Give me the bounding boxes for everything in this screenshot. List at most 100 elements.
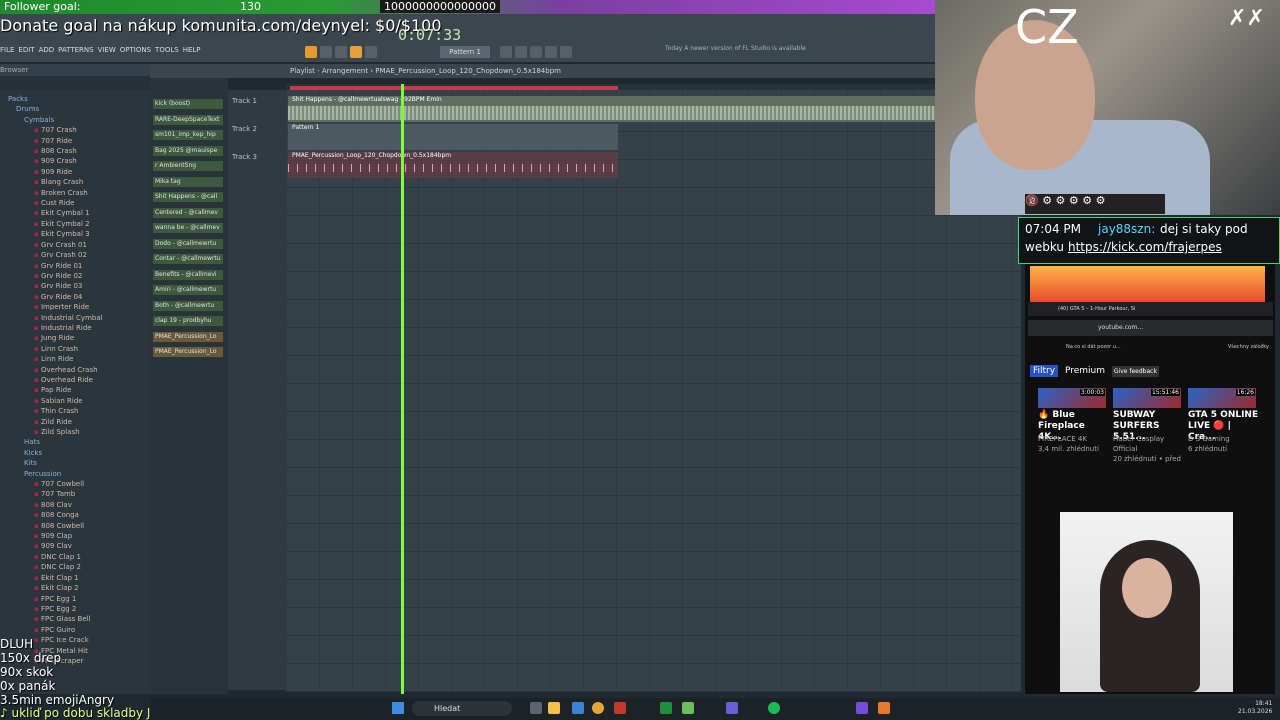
- picker-item[interactable]: sm101_imp_kep_hip: [153, 130, 223, 140]
- folder-packs[interactable]: Packs: [0, 94, 150, 104]
- bookmarks-bar[interactable]: Na co si dát pozor u... Všechny záložky: [1028, 340, 1273, 354]
- picker-item[interactable]: Shit Happens - @call: [153, 192, 223, 202]
- picker-item[interactable]: Both - @callmewrtu: [153, 300, 223, 311]
- browser-sample[interactable]: Cust Ride: [0, 198, 150, 208]
- track-1-label[interactable]: Track 1: [232, 97, 257, 105]
- browser-icon[interactable]: [560, 46, 572, 58]
- video-channel[interactable]: ITuber Cosplay Official: [1113, 434, 1185, 454]
- menu-edit[interactable]: EDIT: [18, 46, 34, 54]
- file-explorer-icon[interactable]: [548, 702, 560, 714]
- picker-item[interactable]: Amiri - @callmewrtu: [153, 285, 223, 295]
- browser-sample[interactable]: 707 Tamb: [0, 489, 150, 499]
- browser-sample[interactable]: Overhead Ride: [0, 375, 150, 385]
- folder-percussion[interactable]: Percussion: [0, 469, 150, 479]
- picker-item[interactable]: wanna be - @callmev: [153, 223, 223, 233]
- video-thumbnail[interactable]: 3:00:03: [1038, 388, 1106, 408]
- browser-sample[interactable]: 808 Cowbell: [0, 521, 150, 531]
- browser-sample[interactable]: FPC Egg 1: [0, 594, 150, 604]
- piano-roll-icon[interactable]: [530, 46, 542, 58]
- browser-sample[interactable]: Grv Crash 01: [0, 240, 150, 250]
- taskbar-search[interactable]: Hledat: [412, 701, 512, 716]
- browser-sample[interactable]: Imperter Ride: [0, 302, 150, 312]
- browser-sample[interactable]: Overhead Crash: [0, 365, 150, 375]
- pattern-selector[interactable]: Pattern 1: [440, 46, 490, 58]
- browser-sample[interactable]: Linn Crash: [0, 344, 150, 354]
- browser-sample[interactable]: Linn Ride: [0, 354, 150, 364]
- browser-sample[interactable]: Pap Ride: [0, 385, 150, 395]
- spotify-icon[interactable]: [768, 702, 780, 714]
- bookmark-item[interactable]: Na co si dát pozor u...: [1066, 344, 1121, 350]
- picker-item[interactable]: PMAE_Percussion_Lo: [153, 331, 223, 342]
- picker-item[interactable]: Dodo - @callmewrtu: [153, 238, 223, 249]
- windows-start-icon[interactable]: [392, 702, 404, 714]
- browser-sample[interactable]: Industrial Ride: [0, 323, 150, 333]
- track-2-label[interactable]: Track 2: [232, 125, 257, 133]
- stop-icon[interactable]: [335, 46, 347, 58]
- browser-sample[interactable]: 909 Crash: [0, 156, 150, 166]
- app-icon[interactable]: [682, 702, 694, 714]
- chip-premium[interactable]: Premium: [1065, 366, 1105, 376]
- edge-icon[interactable]: [572, 702, 584, 714]
- browser-sample[interactable]: 707 Cowbell: [0, 479, 150, 489]
- menu-add[interactable]: ADD: [39, 46, 55, 54]
- video-channel[interactable]: D S Gaming: [1188, 434, 1260, 444]
- browser-sample[interactable]: Grv Ride 02: [0, 271, 150, 281]
- audio-clip-track1[interactable]: Shit Happens - @callmewrtualswag - 92BPM…: [288, 96, 935, 122]
- picker-item[interactable]: Benefits - @callmevi: [153, 269, 223, 280]
- picker-item[interactable]: Bag 2025 @mauispe: [153, 145, 223, 156]
- menu-tools[interactable]: TOOLS: [155, 46, 179, 54]
- menu-view[interactable]: VIEW: [98, 46, 116, 54]
- browser-sample[interactable]: Grv Ride 01: [0, 261, 150, 271]
- record-icon[interactable]: [305, 46, 317, 58]
- chip-feedback[interactable]: Give feedback: [1111, 366, 1159, 377]
- browser-sample[interactable]: Sabian Ride: [0, 396, 150, 406]
- youtube-chips[interactable]: Filtry Premium Give feedback: [1030, 365, 1270, 382]
- picker-item[interactable]: kick (boost): [153, 99, 223, 109]
- browser-sample[interactable]: DNC Clap 1: [0, 552, 150, 562]
- browser-sample[interactable]: Jung Ride: [0, 333, 150, 343]
- task-view-icon[interactable]: [530, 702, 542, 714]
- folder-drums[interactable]: Drums: [0, 104, 150, 114]
- browser-sample[interactable]: Zild Splash: [0, 427, 150, 437]
- system-clock[interactable]: 18:41 21.03.2026: [1238, 700, 1272, 716]
- browser-sample[interactable]: Grv Ride 03: [0, 281, 150, 291]
- video-channel[interactable]: FIREPLACE 4K: [1038, 434, 1110, 444]
- browser-sample[interactable]: Ekit Cymbal 1: [0, 208, 150, 218]
- picker-item[interactable]: Contar - @callmewrtu: [153, 254, 223, 264]
- picker-item[interactable]: RARE-DeepSpaceText: [153, 114, 223, 125]
- browser-sample[interactable]: FPC Egg 2: [0, 604, 150, 614]
- browser-sample[interactable]: 707 Ride: [0, 136, 150, 146]
- browser-sample[interactable]: Zild Ride: [0, 417, 150, 427]
- folder-kits[interactable]: Kits: [0, 458, 150, 468]
- browser-tabs[interactable]: [0, 76, 150, 90]
- browser-sample[interactable]: Ekit Clap 2: [0, 583, 150, 593]
- browser-sample[interactable]: 808 Clav: [0, 500, 150, 510]
- browser-sample[interactable]: 808 Crash: [0, 146, 150, 156]
- picker-item[interactable]: Mika tag: [153, 176, 223, 187]
- play-icon[interactable]: [320, 46, 332, 58]
- browser-sample[interactable]: 707 Crash: [0, 125, 150, 135]
- pencil-icon[interactable]: [365, 46, 377, 58]
- chat-link[interactable]: https://kick.com/frajerpes: [1068, 240, 1222, 254]
- browser-sample[interactable]: Ekit Clap 1: [0, 573, 150, 583]
- picker-item[interactable]: r AmbientSng: [153, 161, 223, 171]
- browser-sample[interactable]: Grv Crash 02: [0, 250, 150, 260]
- browser-sample[interactable]: Industrial Cymbal: [0, 313, 150, 323]
- browser-sample[interactable]: 909 Clap: [0, 531, 150, 541]
- menu-help[interactable]: HELP: [183, 46, 201, 54]
- discord-icon[interactable]: [726, 702, 738, 714]
- playlist-grid[interactable]: [286, 90, 1021, 692]
- pattern-clip-track2[interactable]: Pattern 1: [288, 124, 618, 150]
- track-3-label[interactable]: Track 3: [232, 153, 257, 161]
- twitch-icon[interactable]: [856, 702, 868, 714]
- opera-icon[interactable]: [614, 702, 626, 714]
- browser-sample[interactable]: FPC Glass Bell: [0, 614, 150, 624]
- browser-sample[interactable]: 909 Clav: [0, 541, 150, 551]
- all-bookmarks[interactable]: Všechny záložky: [1228, 340, 1269, 354]
- menu-options[interactable]: OPTIONS: [120, 46, 151, 54]
- browser-tab[interactable]: (40) GTA 5 – 1-Hour Parkour, Si: [1028, 302, 1273, 316]
- snap-icon[interactable]: [350, 46, 362, 58]
- browser-sample[interactable]: DNC Clap 2: [0, 562, 150, 572]
- folder-kicks[interactable]: Kicks: [0, 448, 150, 458]
- audio-clip-track3[interactable]: PMAE_Percussion_Loop_120_Chopdown_0.5x18…: [288, 152, 618, 178]
